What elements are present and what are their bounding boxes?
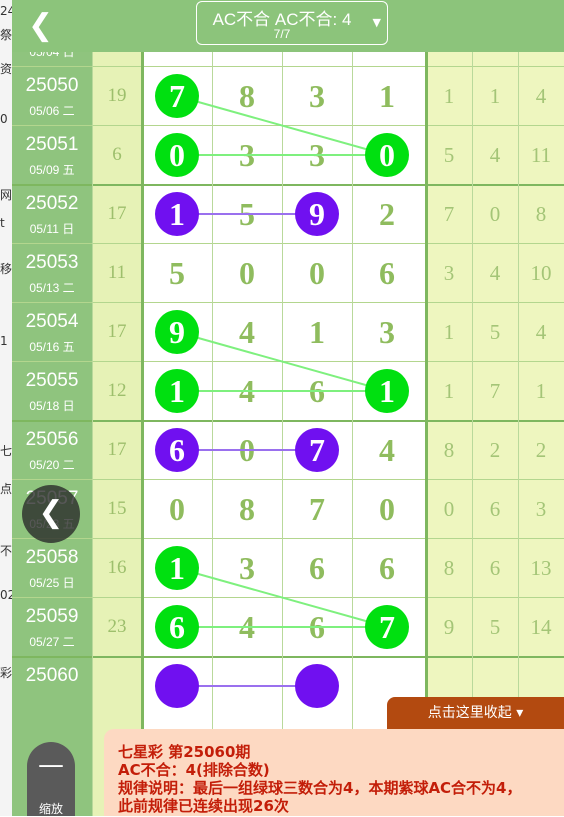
strip-fragment: 移 [0, 262, 12, 276]
strip-fragment: 不 [0, 544, 12, 558]
green-ball: 7 [155, 74, 199, 118]
green-ball: 1 [155, 546, 199, 590]
strip-fragment: t [0, 216, 5, 230]
green-ball: 0 [365, 133, 409, 177]
purple-ball [155, 664, 199, 708]
chevron-left-icon: ❮ [38, 495, 64, 530]
green-ball: 9 [155, 310, 199, 354]
strip-fragment: 七 [0, 444, 12, 458]
green-ball: 1 [365, 369, 409, 413]
minus-icon: — [38, 750, 64, 780]
strip-fragment: 24 [0, 4, 12, 18]
ball-links [176, 95, 388, 687]
purple-ball [295, 664, 339, 708]
info-rule: 规律说明：最后一组绿球三数合为4，本期紫球AC合不为4， [118, 779, 522, 797]
strip-fragment: 彩 [0, 666, 12, 680]
purple-ball: 7 [295, 428, 339, 472]
left-background-strip: 24 祭资 0 网 t 移 1 七点不 02 彩 [0, 0, 12, 816]
strip-fragment: 网 [0, 188, 12, 202]
purple-ball: 1 [155, 192, 199, 236]
strip-fragment: 02 [0, 588, 12, 602]
floating-back-button[interactable]: ❮ [22, 485, 80, 543]
green-ball: 1 [155, 369, 199, 413]
trend-chart: 2504905/04 日1423548752505005/06 二1978311… [12, 0, 564, 816]
filter-dropdown[interactable]: AC不合 AC不合: 4 7/7 ▼ [196, 1, 388, 45]
strip-fragment: 祭 [0, 28, 12, 42]
back-button[interactable]: ❮ [28, 10, 62, 44]
caret-down-icon: ▼ [372, 16, 381, 29]
zoom-button[interactable]: — 缩放 [27, 742, 75, 816]
strip-fragment: 点 [0, 482, 12, 496]
collapse-button[interactable]: 点击这里收起 ▾ [387, 697, 564, 729]
zoom-label: 缩放 [38, 802, 63, 816]
info-panel: 七星彩 第25060期 AC不合：4(排除合数) 规律说明：最后一组绿球三数合为… [104, 729, 564, 816]
info-streak: 此前规律已连续出现26次 [118, 797, 289, 815]
page-indicator: 7/7 [273, 27, 291, 41]
strip-fragment: 0 [0, 112, 8, 126]
green-ball: 0 [155, 133, 199, 177]
info-ac: AC不合：4(排除合数) [118, 761, 270, 779]
purple-ball: 6 [155, 428, 199, 472]
strip-fragment: 1 [0, 334, 8, 348]
strip-fragment: 资 [0, 62, 12, 76]
green-ball: 7 [365, 605, 409, 649]
green-link-line [176, 567, 388, 628]
green-ball: 6 [155, 605, 199, 649]
green-link-line [176, 331, 388, 392]
header-bar: ❮ AC不合 AC不合: 4 7/7 ▼ [12, 0, 564, 52]
chevron-left-icon: ❮ [28, 8, 54, 43]
purple-ball: 9 [295, 192, 339, 236]
info-title: 七星彩 第25060期 [118, 743, 251, 761]
green-link-line [176, 95, 388, 156]
